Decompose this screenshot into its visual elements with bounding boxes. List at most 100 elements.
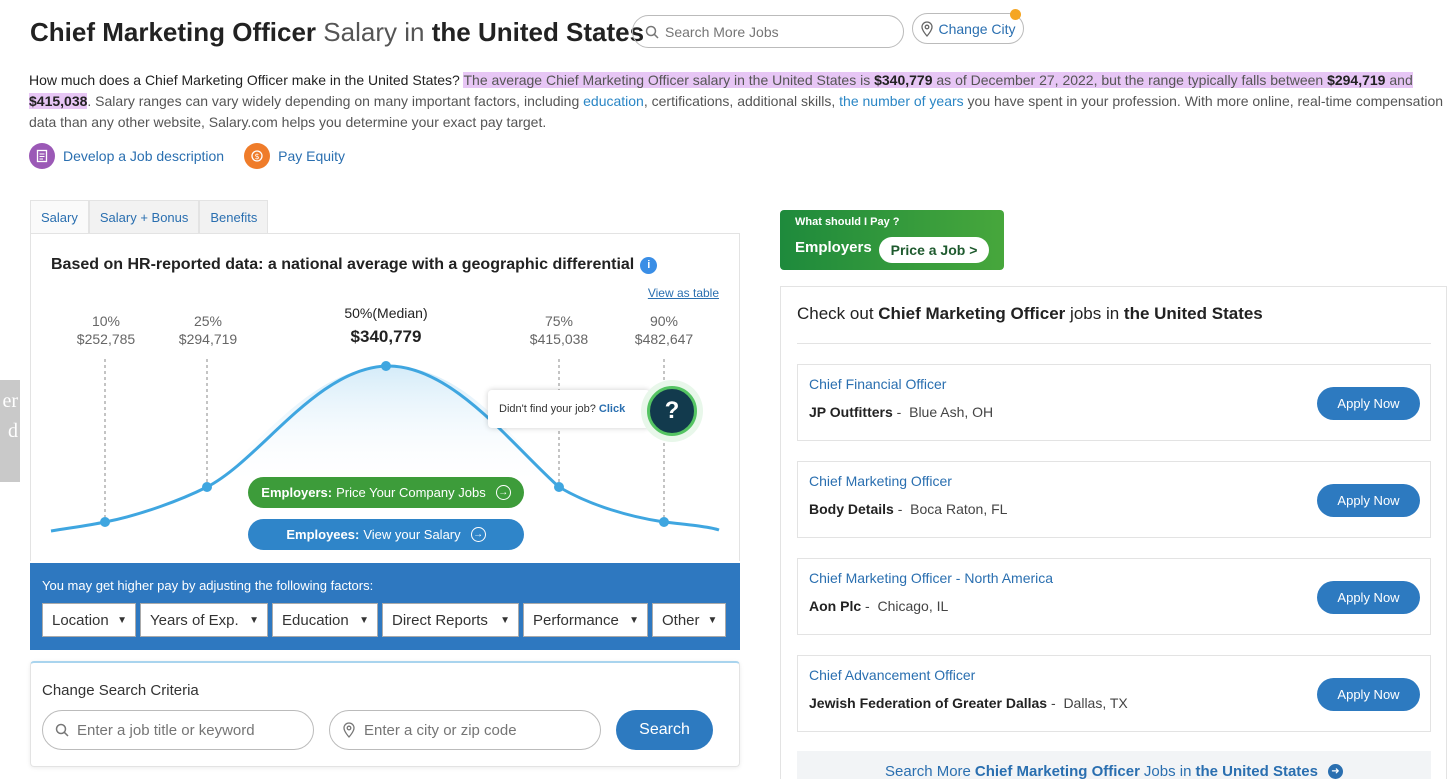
- price-company-jobs-button[interactable]: Employers: Price Your Company Jobs →: [248, 477, 524, 508]
- develop-job-description-link[interactable]: Develop a Job description: [29, 143, 224, 169]
- title-in: in: [404, 17, 425, 47]
- arrow-right-icon: →: [495, 485, 511, 500]
- job-card: Chief Marketing Officer - North America …: [797, 558, 1431, 635]
- job-company: Aon Plc - Chicago, IL: [809, 598, 949, 614]
- percentile-10-value: $252,785: [76, 331, 136, 347]
- notification-dot: [1010, 9, 1021, 20]
- factors-row: Location ▼ Years of Exp. ▼ Education ▼ Dire…: [42, 603, 726, 637]
- apply-now-button[interactable]: Apply Now: [1317, 678, 1420, 711]
- job-title-link[interactable]: Chief Financial Officer: [809, 376, 946, 392]
- pay-factors-panel: You may get higher pay by adjusting the …: [30, 563, 740, 650]
- factors-title: You may get higher pay by adjusting the …: [42, 578, 374, 593]
- point-10: [100, 517, 110, 527]
- document-icon: [29, 143, 55, 169]
- job-company: Body Details - Boca Raton, FL: [809, 501, 1008, 517]
- percentile-50-value: $340,779: [350, 327, 422, 346]
- job-title-link[interactable]: Chief Marketing Officer - North America: [809, 570, 1053, 586]
- factor-years-select[interactable]: Years of Exp. ▼: [140, 603, 268, 637]
- pay-equity-link[interactable]: $ Pay Equity: [244, 143, 345, 169]
- change-city-button[interactable]: Change City: [912, 9, 1024, 44]
- title-location: the United States: [431, 17, 645, 47]
- page-title: Chief Marketing Officer Salary in the Un…: [30, 17, 644, 48]
- chevron-down-icon: ▼: [629, 614, 639, 626]
- view-your-salary-button[interactable]: Employees: View your Salary →: [248, 519, 524, 550]
- search-button[interactable]: Search: [616, 710, 713, 750]
- factor-location-select[interactable]: Location ▼: [42, 603, 136, 637]
- what-should-i-pay: What should I Pay ?: [795, 216, 900, 228]
- more-jobs-location: the United States: [1195, 762, 1318, 779]
- percentile-90: 90% $482,647: [628, 312, 700, 348]
- develop-job-description-label: Develop a Job description: [63, 148, 225, 164]
- percentile-25-label: 25%: [193, 313, 223, 329]
- job-title-link[interactable]: Chief Marketing Officer: [809, 473, 952, 489]
- jobs-panel: Check out Chief Marketing Officer jobs i…: [780, 286, 1447, 779]
- factor-education-select[interactable]: Education ▼: [272, 603, 378, 637]
- apply-now-button[interactable]: Apply Now: [1317, 484, 1420, 517]
- percentile-10: 10% $252,785: [70, 312, 142, 348]
- intro-and: and: [1385, 72, 1413, 88]
- jobs-heading-location: the United States: [1123, 304, 1263, 323]
- percentile-50-label: 50%(Median): [344, 305, 428, 321]
- jobs-heading-pre: Check out: [797, 304, 879, 323]
- education-link[interactable]: education: [583, 93, 644, 109]
- years-link[interactable]: the number of years: [839, 93, 964, 109]
- cta-employees-bold: Employees:: [286, 527, 360, 542]
- pay-equity-label: Pay Equity: [278, 148, 346, 164]
- percentile-25: 25% $294,719: [172, 312, 244, 348]
- point-75: [554, 482, 564, 492]
- job-company-name: Jewish Federation of Greater Dallas: [809, 695, 1048, 711]
- divider: [797, 343, 1431, 344]
- salary-distribution-chart: Based on HR-reported data: a national av…: [30, 233, 740, 561]
- apply-now-button[interactable]: Apply Now: [1317, 581, 1420, 614]
- intro-average: $340,779: [874, 72, 933, 88]
- percentile-25-value: $294,719: [178, 331, 238, 347]
- apply-now-button[interactable]: Apply Now: [1317, 387, 1420, 420]
- more-jobs-pre: Search More: [885, 762, 971, 779]
- jobs-heading-job: Chief Marketing Officer: [878, 304, 1066, 323]
- city-zip-field[interactable]: [329, 710, 601, 750]
- search-icon: [645, 25, 659, 39]
- arrow-right-icon: →: [470, 527, 486, 542]
- factor-location-label: Location: [52, 611, 109, 629]
- factor-years-label: Years of Exp.: [150, 611, 239, 629]
- job-keyword-field[interactable]: [42, 710, 314, 750]
- factor-other-select[interactable]: Other ▼: [652, 603, 726, 637]
- side-tab-line-2: d: [8, 420, 18, 442]
- job-keyword-input[interactable]: [77, 721, 297, 739]
- job-title-link[interactable]: Chief Advancement Officer: [809, 667, 975, 683]
- tab-benefits[interactable]: Benefits: [199, 200, 269, 233]
- location-pin-icon: [343, 722, 355, 738]
- balance-icon: $: [244, 143, 271, 169]
- cta-employers-text: Price Your Company Jobs: [336, 485, 486, 500]
- factor-direct-reports-select[interactable]: Direct Reports ▼: [382, 603, 519, 637]
- criteria-title: Change Search Criteria: [42, 682, 199, 699]
- intro-highlight-1: The average Chief Marketing Officer sala…: [463, 72, 875, 88]
- factor-education-label: Education: [282, 611, 349, 629]
- job-location: Boca Raton, FL: [910, 501, 1008, 517]
- search-more-jobs-link[interactable]: Search More Chief Marketing Officer Jobs…: [797, 751, 1431, 779]
- job-card: Chief Marketing Officer Body Details - B…: [797, 461, 1431, 538]
- search-more-jobs-input[interactable]: [665, 23, 885, 40]
- factor-performance-select[interactable]: Performance ▼: [523, 603, 648, 637]
- cta-employees-text: View your Salary: [363, 527, 461, 542]
- point-90: [659, 517, 669, 527]
- job-card: Chief Financial Officer JP Outfitters - …: [797, 364, 1431, 441]
- price-a-job-button[interactable]: Price a Job >: [879, 237, 989, 263]
- intro-low: $294,719: [1327, 72, 1386, 88]
- job-company-name: Body Details: [809, 501, 894, 517]
- tab-salary[interactable]: Salary: [30, 200, 89, 233]
- more-jobs-job: Chief Marketing Officer: [974, 762, 1140, 779]
- side-overlay-tab[interactable]: er d: [0, 380, 20, 482]
- chevron-down-icon: ▼: [249, 614, 259, 626]
- percentile-10-label: 10%: [91, 313, 121, 329]
- help-question-button[interactable]: ?: [641, 380, 703, 442]
- click-link[interactable]: Click: [599, 403, 625, 415]
- didnt-find-text: Didn't find your job?: [499, 403, 596, 415]
- search-more-jobs-field[interactable]: [632, 15, 904, 48]
- chevron-down-icon: ▼: [117, 614, 127, 626]
- city-zip-input[interactable]: [364, 721, 584, 739]
- intro-high: $415,038: [29, 93, 88, 109]
- tab-salary-bonus[interactable]: Salary + Bonus: [88, 200, 200, 233]
- intro-rest-1: . Salary ranges can vary widely dependin…: [87, 93, 584, 109]
- intro-paragraph: How much does a Chief Marketing Officer …: [29, 70, 1444, 133]
